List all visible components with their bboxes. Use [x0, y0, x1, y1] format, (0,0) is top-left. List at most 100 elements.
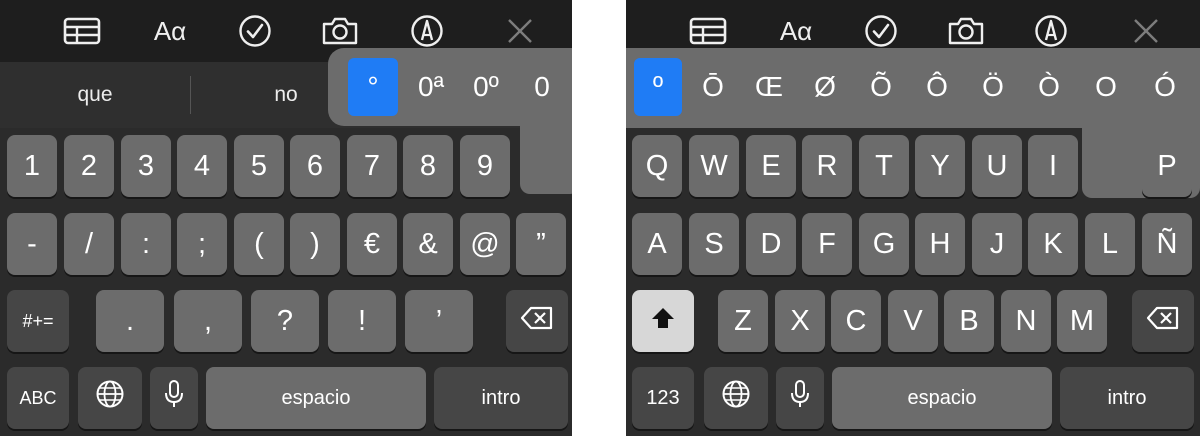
- key[interactable]: I: [1028, 135, 1078, 197]
- key[interactable]: ,: [174, 290, 242, 352]
- accent-option[interactable]: Õ: [857, 58, 905, 116]
- key[interactable]: K: [1028, 213, 1078, 275]
- abc-key[interactable]: ABC: [7, 367, 69, 429]
- key[interactable]: W: [689, 135, 739, 197]
- close-icon[interactable]: [498, 10, 542, 52]
- key[interactable]: P: [1142, 135, 1192, 197]
- key[interactable]: ): [290, 213, 340, 275]
- key[interactable]: 1: [7, 135, 57, 197]
- key[interactable]: !: [328, 290, 396, 352]
- camera-icon[interactable]: [944, 10, 988, 52]
- globe-icon: [95, 379, 125, 417]
- key[interactable]: :: [121, 213, 171, 275]
- accent-option[interactable]: 0: [517, 58, 567, 116]
- key[interactable]: N: [1001, 290, 1051, 352]
- key[interactable]: 3: [121, 135, 171, 197]
- accent-option[interactable]: Ò: [1025, 58, 1073, 116]
- accent-option-selected[interactable]: º: [634, 58, 682, 116]
- key[interactable]: 6: [290, 135, 340, 197]
- numbers-key[interactable]: 123: [632, 367, 694, 429]
- key[interactable]: 2: [64, 135, 114, 197]
- accent-option[interactable]: Œ: [745, 58, 793, 116]
- key[interactable]: -: [7, 213, 57, 275]
- accent-option[interactable]: Ö: [969, 58, 1017, 116]
- accent-popup-stem: [520, 120, 572, 194]
- format-text-button[interactable]: Aα: [774, 10, 818, 52]
- table-icon[interactable]: [60, 10, 104, 52]
- key[interactable]: &: [403, 213, 453, 275]
- dictation-key[interactable]: [776, 367, 824, 429]
- globe-key[interactable]: [704, 367, 768, 429]
- key[interactable]: ’: [405, 290, 473, 352]
- right-keyboard-letters: Aα º Ō Œ Ø Õ Ô Ö Ò O Ó Q W E R T Y U I P…: [626, 0, 1200, 436]
- key[interactable]: €: [347, 213, 397, 275]
- accent-option[interactable]: 0ª: [406, 58, 456, 116]
- key[interactable]: /: [64, 213, 114, 275]
- return-key[interactable]: intro: [1060, 367, 1194, 429]
- accent-option[interactable]: Ō: [689, 58, 737, 116]
- key[interactable]: ;: [177, 213, 227, 275]
- key[interactable]: 4: [177, 135, 227, 197]
- key[interactable]: R: [802, 135, 852, 197]
- key[interactable]: A: [632, 213, 682, 275]
- accent-option[interactable]: Ô: [913, 58, 961, 116]
- table-icon[interactable]: [686, 10, 730, 52]
- key[interactable]: ?: [251, 290, 319, 352]
- key[interactable]: F: [802, 213, 852, 275]
- key[interactable]: X: [775, 290, 825, 352]
- microphone-icon: [163, 379, 185, 417]
- key[interactable]: B: [944, 290, 994, 352]
- checkmark-circle-icon[interactable]: [233, 10, 277, 52]
- key[interactable]: Y: [915, 135, 965, 197]
- key[interactable]: .: [96, 290, 164, 352]
- pen-markup-icon[interactable]: [1029, 10, 1073, 52]
- key[interactable]: L: [1085, 213, 1135, 275]
- key[interactable]: Z: [718, 290, 768, 352]
- shift-key[interactable]: [632, 290, 694, 352]
- accent-option[interactable]: Ó: [1139, 58, 1191, 116]
- globe-key[interactable]: [78, 367, 142, 429]
- key[interactable]: D: [746, 213, 796, 275]
- key[interactable]: (: [234, 213, 284, 275]
- delete-backspace-icon: [1146, 305, 1180, 338]
- key[interactable]: Ñ: [1142, 213, 1192, 275]
- key[interactable]: U: [972, 135, 1022, 197]
- microphone-icon: [789, 379, 811, 417]
- symbols-mode-key[interactable]: #+=: [7, 290, 69, 352]
- key[interactable]: T: [859, 135, 909, 197]
- dictation-key[interactable]: [150, 367, 198, 429]
- key[interactable]: H: [915, 213, 965, 275]
- key[interactable]: 7: [347, 135, 397, 197]
- suggestion-item[interactable]: que: [0, 62, 190, 128]
- key[interactable]: G: [859, 213, 909, 275]
- accent-option[interactable]: O: [1082, 58, 1130, 116]
- globe-icon: [721, 379, 751, 417]
- checkmark-circle-icon[interactable]: [859, 10, 903, 52]
- camera-icon[interactable]: [318, 10, 362, 52]
- format-text-button[interactable]: Aα: [148, 10, 192, 52]
- space-key[interactable]: espacio: [832, 367, 1052, 429]
- return-key[interactable]: intro: [434, 367, 568, 429]
- accent-option[interactable]: Ø: [801, 58, 849, 116]
- key[interactable]: C: [831, 290, 881, 352]
- close-icon[interactable]: [1124, 10, 1168, 52]
- key[interactable]: Q: [632, 135, 682, 197]
- left-keyboard-numbers: Aα que no ° 0ª 0º 0 1 2 3 4 5 6 7 8 9 - …: [0, 0, 572, 436]
- key[interactable]: M: [1057, 290, 1107, 352]
- delete-key[interactable]: [506, 290, 568, 352]
- delete-key[interactable]: [1132, 290, 1194, 352]
- key[interactable]: 8: [403, 135, 453, 197]
- shift-arrow-icon: [650, 305, 676, 338]
- key[interactable]: 9: [460, 135, 510, 197]
- accent-option[interactable]: 0º: [461, 58, 511, 116]
- pen-markup-icon[interactable]: [405, 10, 449, 52]
- key[interactable]: ”: [516, 213, 566, 275]
- key[interactable]: S: [689, 213, 739, 275]
- space-key[interactable]: espacio: [206, 367, 426, 429]
- key[interactable]: @: [460, 213, 510, 275]
- key[interactable]: V: [888, 290, 938, 352]
- key[interactable]: J: [972, 213, 1022, 275]
- accent-option-selected[interactable]: °: [348, 58, 398, 116]
- key[interactable]: E: [746, 135, 796, 197]
- key[interactable]: 5: [234, 135, 284, 197]
